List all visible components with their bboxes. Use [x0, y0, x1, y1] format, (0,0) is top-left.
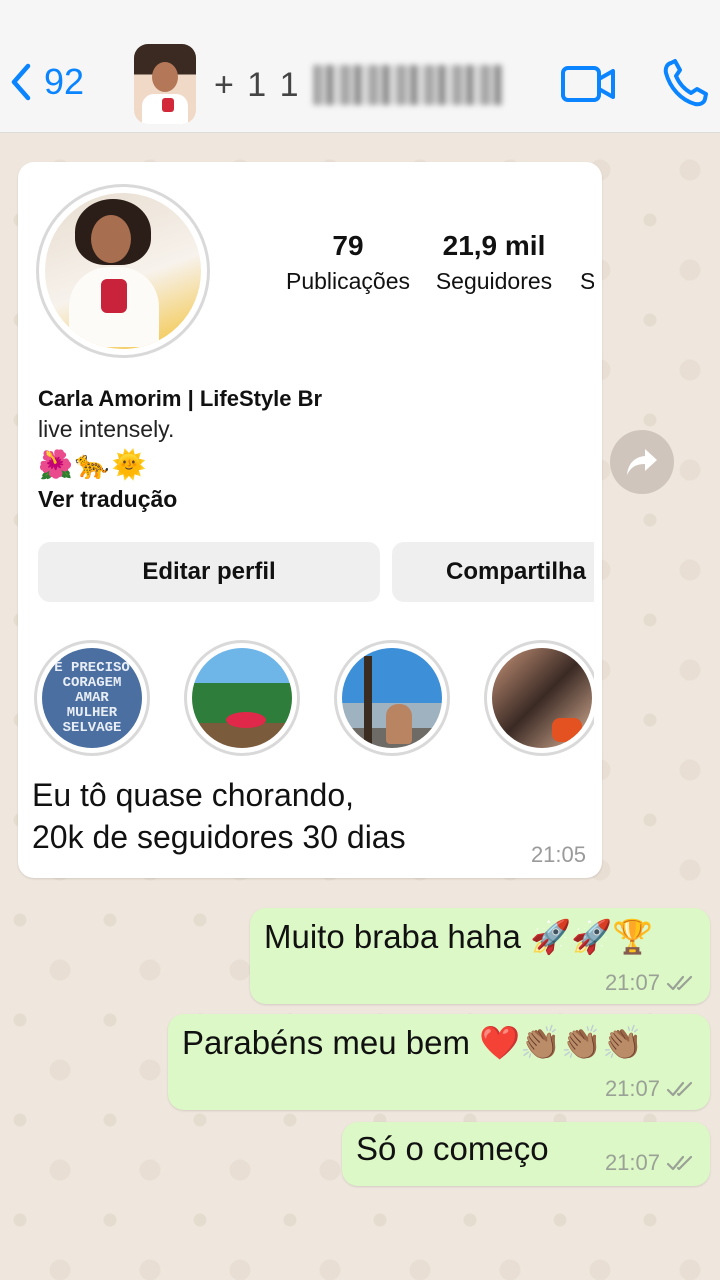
posts-stat: 79 Publicações — [285, 230, 411, 294]
chat-header: 92 + 1 1 — [0, 0, 720, 133]
double-check-icon — [666, 1081, 693, 1097]
followers-stat: 21,9 mil Seguidores — [435, 230, 553, 294]
outgoing-message-text: Parabéns meu bem ❤️👏🏽👏🏽👏🏽 — [182, 1024, 644, 1061]
message-meta: 21:07 — [605, 1076, 696, 1102]
contact-name[interactable]: + 1 1 — [214, 60, 503, 110]
outgoing-message-text: Muito braba haha 🚀🚀🏆 — [264, 918, 654, 955]
phone-icon[interactable] — [662, 58, 708, 108]
story-highlight-3 — [334, 640, 450, 756]
outgoing-message-text: Só o começo — [356, 1130, 549, 1167]
message-meta: 21:07 — [605, 970, 696, 996]
outgoing-message-bubble[interactable]: Parabéns meu bem ❤️👏🏽👏🏽👏🏽 21:07 — [168, 1014, 710, 1110]
message-timestamp: 21:07 — [604, 1076, 660, 1101]
profile-avatar — [36, 184, 210, 358]
story-highlight-4 — [484, 640, 594, 756]
story-highlight-1: É PRECISO CORAGEM AMAR MULHER SELVAGE — [34, 640, 150, 756]
instagram-profile-screenshot[interactable]: 79 Publicações 21,9 mil Seguidores S Car… — [26, 170, 594, 766]
story-highlight-2 — [184, 640, 300, 756]
message-meta: 21:07 — [605, 1150, 696, 1176]
chevron-left-icon — [11, 63, 31, 101]
message-timestamp: 21:07 — [604, 970, 660, 995]
edit-profile-button: Editar perfil — [38, 542, 380, 602]
incoming-message-text: Eu tô quase chorando, 20k de seguidores … — [32, 777, 406, 855]
see-translation-link: Ver tradução — [38, 486, 178, 512]
profile-name: Carla Amorim | LifeStyle Br — [38, 386, 323, 411]
unread-count: 92 — [44, 61, 85, 102]
message-timestamp: 21:05 — [530, 842, 586, 867]
message-timestamp: 21:07 — [604, 1150, 660, 1175]
forward-arrow-icon — [627, 449, 657, 475]
double-check-icon — [666, 975, 693, 991]
outgoing-message-bubble[interactable]: Só o começo 21:07 — [342, 1122, 710, 1186]
outgoing-message-bubble[interactable]: Muito braba haha 🚀🚀🏆 21:07 — [250, 908, 710, 1004]
contact-avatar[interactable] — [134, 44, 196, 124]
back-button[interactable]: 92 — [4, 52, 94, 112]
share-profile-button: Compartilha — [392, 542, 594, 602]
blurred-phone-number — [312, 65, 503, 105]
profile-emojis: 🌺🐆🌞 — [38, 449, 149, 480]
forward-button[interactable] — [610, 430, 674, 494]
double-check-icon — [666, 1155, 693, 1171]
incoming-message-bubble[interactable]: 79 Publicações 21,9 mil Seguidores S Car… — [18, 162, 602, 878]
contact-phone-prefix: + 1 1 — [214, 65, 301, 104]
profile-bio: live intensely. — [38, 416, 175, 442]
video-camera-icon[interactable] — [560, 62, 616, 106]
following-stat-cropped: S — [580, 268, 594, 294]
